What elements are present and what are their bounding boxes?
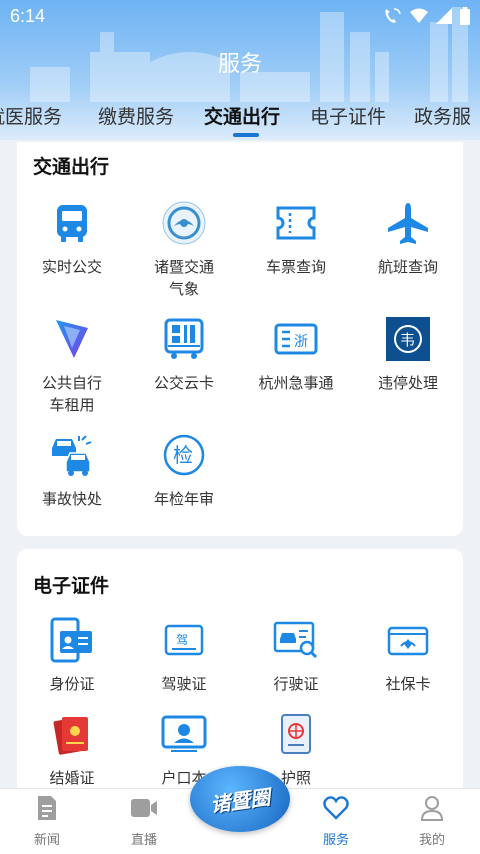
service-label: 事故快处	[41, 490, 102, 508]
bus-icon	[47, 198, 97, 248]
traffic-card: 交通出行 实时公交 诸暨交通 气象 车票查询 航班查询 公共自行 车租用 公交云…	[17, 142, 463, 536]
svg-text:浙: 浙	[294, 334, 308, 350]
category-tabs: 就医服务 缴费服务 交通出行 电子证件 政务服	[0, 96, 480, 140]
service-label: 航班查询	[377, 258, 438, 276]
zhe-icon: 浙	[271, 314, 321, 364]
tab-payment[interactable]: 缴费服务	[98, 102, 174, 129]
car-accident-icon	[47, 430, 97, 480]
page-title: 服务	[217, 52, 262, 77]
tab-indicator	[233, 133, 259, 137]
service-label: 实时公交	[41, 258, 102, 276]
service-label: 公共自行 车租用	[41, 374, 102, 414]
svg-text:韦: 韦	[400, 331, 415, 349]
bus-card-icon	[159, 314, 209, 364]
household-register-icon	[159, 709, 209, 759]
wifi-call-icon	[382, 7, 402, 29]
cert-id-card[interactable]: 身份证	[17, 615, 127, 695]
vehicle-license-icon	[271, 615, 321, 665]
status-icons	[382, 7, 470, 29]
heart-icon	[291, 795, 381, 825]
parking-violation-icon: 韦	[383, 314, 433, 364]
cert-label: 社保卡	[385, 675, 431, 693]
service-label: 车票查询	[265, 258, 326, 276]
nav-news[interactable]: 新闻	[2, 795, 92, 848]
tab-traffic[interactable]: 交通出行	[204, 102, 280, 129]
service-public-bike[interactable]: 公共自行 车租用	[17, 314, 127, 416]
nav-mine[interactable]: 我的	[387, 795, 477, 848]
service-ticket-query[interactable]: 车票查询	[241, 198, 351, 278]
nav-label: 我的	[418, 833, 445, 848]
svg-text:检: 检	[173, 443, 193, 467]
weather-logo-icon	[159, 198, 209, 248]
service-traffic-weather[interactable]: 诸暨交通 气象	[129, 198, 239, 300]
tab-e-certs[interactable]: 电子证件	[310, 102, 386, 129]
cert-label: 结婚证	[49, 769, 95, 787]
service-realtime-bus[interactable]: 实时公交	[17, 198, 127, 278]
cert-vehicle-license[interactable]: 行驶证	[241, 615, 351, 695]
section-title-certs: 电子证件	[33, 575, 110, 597]
cert-label: 身份证	[49, 675, 95, 693]
service-parking-violation[interactable]: 韦 违停处理	[353, 314, 463, 394]
passport-icon	[271, 709, 321, 759]
marriage-cert-icon	[47, 709, 97, 759]
inspection-icon: 检	[159, 430, 209, 480]
service-label: 诸暨交通 气象	[153, 258, 214, 298]
live-icon	[99, 795, 189, 825]
logo-text: 诸暨圈	[208, 784, 272, 817]
zhujiquan-logo-button[interactable]: 诸暨圈	[190, 766, 290, 832]
svg-text:驾: 驾	[176, 633, 188, 647]
cert-marriage[interactable]: 结婚证	[17, 709, 127, 789]
signal-icon	[436, 8, 452, 28]
nav-live[interactable]: 直播	[99, 795, 189, 848]
cert-driver-license[interactable]: 驾 驾驶证	[129, 615, 239, 695]
social-security-icon	[383, 615, 433, 665]
id-card-icon	[47, 615, 97, 665]
nav-label: 直播	[130, 833, 157, 848]
status-bar: 6:14	[0, 0, 480, 34]
service-label: 杭州急事通	[258, 374, 334, 392]
cert-label: 驾驶证	[161, 675, 207, 693]
news-icon	[2, 795, 92, 825]
service-label: 公交云卡	[153, 374, 214, 392]
header: 6:14 服务 就医服务 缴费服务 交通出行 电子证件 政务服	[0, 0, 480, 140]
service-label: 违停处理	[377, 374, 438, 392]
cert-social-security[interactable]: 社保卡	[353, 615, 463, 695]
nav-label: 服务	[322, 833, 349, 848]
nav-services[interactable]: 服务	[291, 795, 381, 848]
service-accident-handling[interactable]: 事故快处	[17, 430, 127, 510]
status-time: 6:14	[10, 6, 46, 26]
battery-icon	[460, 7, 470, 29]
service-annual-inspection[interactable]: 检 年检年审	[129, 430, 239, 510]
ticket-icon	[271, 198, 321, 248]
service-flight-query[interactable]: 航班查询	[353, 198, 463, 278]
bike-app-icon	[47, 314, 97, 364]
section-title-traffic: 交通出行	[33, 156, 110, 178]
airplane-icon	[383, 198, 433, 248]
tab-medical[interactable]: 就医服务	[0, 102, 62, 129]
profile-icon	[387, 795, 477, 825]
wifi-icon	[410, 8, 428, 28]
tab-government[interactable]: 政务服	[414, 102, 471, 129]
cert-label: 行驶证	[273, 675, 319, 693]
driver-license-icon: 驾	[159, 615, 209, 665]
service-label: 年检年审	[153, 490, 214, 508]
service-hangzhou-jishitong[interactable]: 浙 杭州急事通	[241, 314, 351, 394]
service-bus-cloud-card[interactable]: 公交云卡	[129, 314, 239, 394]
nav-label: 新闻	[33, 833, 60, 848]
